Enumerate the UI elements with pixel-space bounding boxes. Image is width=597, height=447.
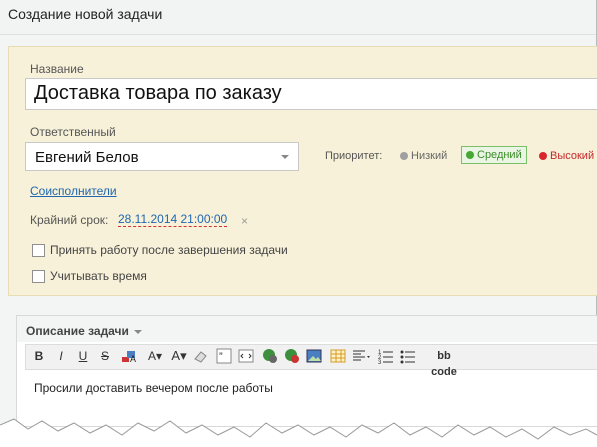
priority-medium-option[interactable]: Средний bbox=[461, 146, 527, 164]
eraser-icon[interactable] bbox=[192, 348, 208, 364]
bulleted-list-icon[interactable] bbox=[400, 348, 416, 364]
dialog-title: Создание новой задачи bbox=[8, 6, 163, 22]
priority-label: Приоритет: bbox=[325, 150, 383, 162]
editor-header[interactable]: Описание задачи bbox=[17, 316, 597, 342]
priority-high-label: Высокий bbox=[550, 150, 595, 162]
responsible-value: Евгений Белов bbox=[35, 149, 139, 166]
dialog-title-bar: Создание новой задачи bbox=[0, 0, 596, 35]
accept-work-label: Принять работу после завершения задачи bbox=[50, 243, 288, 257]
task-dialog: Создание новой задачи Название Доставка … bbox=[0, 0, 597, 427]
task-name-input[interactable]: Доставка товара по заказу bbox=[25, 78, 597, 110]
priority-low-label: Низкий bbox=[411, 150, 448, 162]
co-executors-link[interactable]: Соисполнители bbox=[30, 184, 117, 198]
red-dot-icon bbox=[539, 152, 547, 160]
priority-medium-label: Средний bbox=[477, 149, 522, 161]
editor-toolbar: B I U S A A▾ A▾ ” 1 2 3 bb code bbox=[25, 344, 597, 378]
task-form-panel: Название Доставка товара по заказу Ответ… bbox=[8, 46, 597, 296]
quote-icon[interactable]: ” bbox=[216, 348, 232, 364]
priority-low-option[interactable]: Низкий bbox=[400, 150, 447, 162]
priority-high-option[interactable]: Высокий bbox=[539, 150, 594, 162]
align-icon[interactable] bbox=[352, 348, 372, 364]
deadline-label: Крайний срок: bbox=[30, 213, 109, 227]
link-icon[interactable] bbox=[262, 348, 278, 364]
responsible-select[interactable]: Евгений Белов bbox=[25, 142, 299, 171]
font-size-button[interactable]: A▾ bbox=[146, 348, 164, 364]
deadline-value[interactable]: 28.11.2014 21:00:00 bbox=[118, 212, 228, 227]
italic-button[interactable]: I bbox=[54, 348, 68, 364]
accept-work-checkbox[interactable] bbox=[32, 244, 45, 257]
svg-text:”: ” bbox=[219, 351, 223, 363]
chevron-down-icon bbox=[281, 155, 289, 159]
editor-title: Описание задачи bbox=[26, 324, 129, 338]
track-time-label: Учитывать время bbox=[50, 269, 147, 283]
bold-button[interactable]: B bbox=[32, 348, 46, 364]
table-icon[interactable] bbox=[330, 348, 346, 364]
remove-format-icon[interactable]: A bbox=[120, 348, 140, 364]
svg-text:3: 3 bbox=[378, 360, 382, 364]
chevron-down-icon bbox=[134, 330, 142, 334]
font-color-button[interactable]: A▾ bbox=[170, 348, 188, 364]
track-time-checkbox[interactable] bbox=[32, 270, 45, 283]
underline-button[interactable]: U bbox=[76, 348, 90, 364]
svg-text:A: A bbox=[130, 354, 136, 364]
strike-button[interactable]: S bbox=[98, 348, 112, 364]
name-label: Название bbox=[30, 62, 84, 76]
responsible-label: Ответственный bbox=[30, 125, 116, 139]
editor-content[interactable]: Просили доставить вечером после работы bbox=[34, 381, 273, 395]
gray-dot-icon bbox=[400, 152, 408, 160]
unlink-icon[interactable] bbox=[284, 348, 300, 364]
torn-edge bbox=[0, 418, 597, 447]
code-icon[interactable] bbox=[238, 348, 254, 364]
bbcode-button[interactable]: bb code bbox=[424, 348, 464, 378]
numbered-list-icon[interactable]: 123 bbox=[378, 348, 394, 366]
green-dot-icon bbox=[466, 151, 474, 159]
image-icon[interactable] bbox=[306, 348, 322, 364]
clear-deadline-icon[interactable]: × bbox=[241, 214, 248, 228]
